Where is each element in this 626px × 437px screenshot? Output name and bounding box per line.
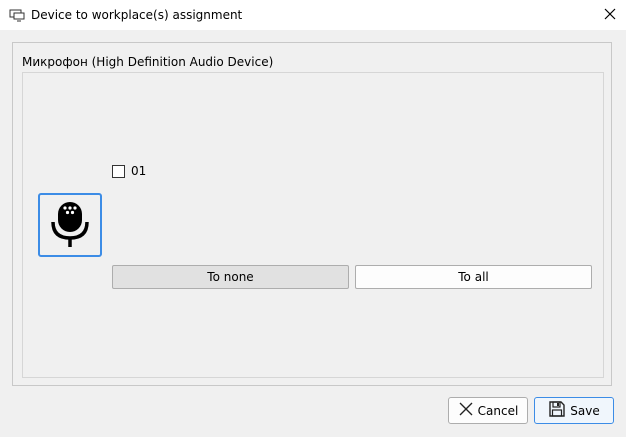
close-button[interactable] bbox=[594, 0, 626, 30]
device-button[interactable] bbox=[38, 193, 102, 257]
cancel-button[interactable]: Cancel bbox=[448, 397, 528, 424]
floppy-disk-icon bbox=[548, 400, 570, 421]
to-none-button[interactable]: To none bbox=[112, 265, 349, 289]
save-label: Save bbox=[570, 403, 600, 418]
device-group-box bbox=[22, 72, 604, 378]
close-icon bbox=[604, 8, 616, 23]
x-icon bbox=[458, 401, 478, 420]
save-button[interactable]: Save bbox=[534, 397, 614, 424]
workplace-label: 01 bbox=[131, 164, 147, 178]
workplace-checkbox-row[interactable]: 01 bbox=[112, 164, 146, 178]
title-bar: Device to workplace(s) assignment bbox=[0, 0, 626, 30]
device-group-title: Микрофон (High Definition Audio Device) bbox=[22, 55, 274, 69]
microphone-icon bbox=[50, 200, 90, 251]
window-title: Device to workplace(s) assignment bbox=[31, 8, 243, 22]
workplace-checkbox[interactable] bbox=[112, 164, 125, 178]
to-all-button[interactable]: To all bbox=[355, 265, 592, 289]
cancel-label: Cancel bbox=[477, 403, 519, 418]
monitor-icon bbox=[9, 8, 25, 22]
